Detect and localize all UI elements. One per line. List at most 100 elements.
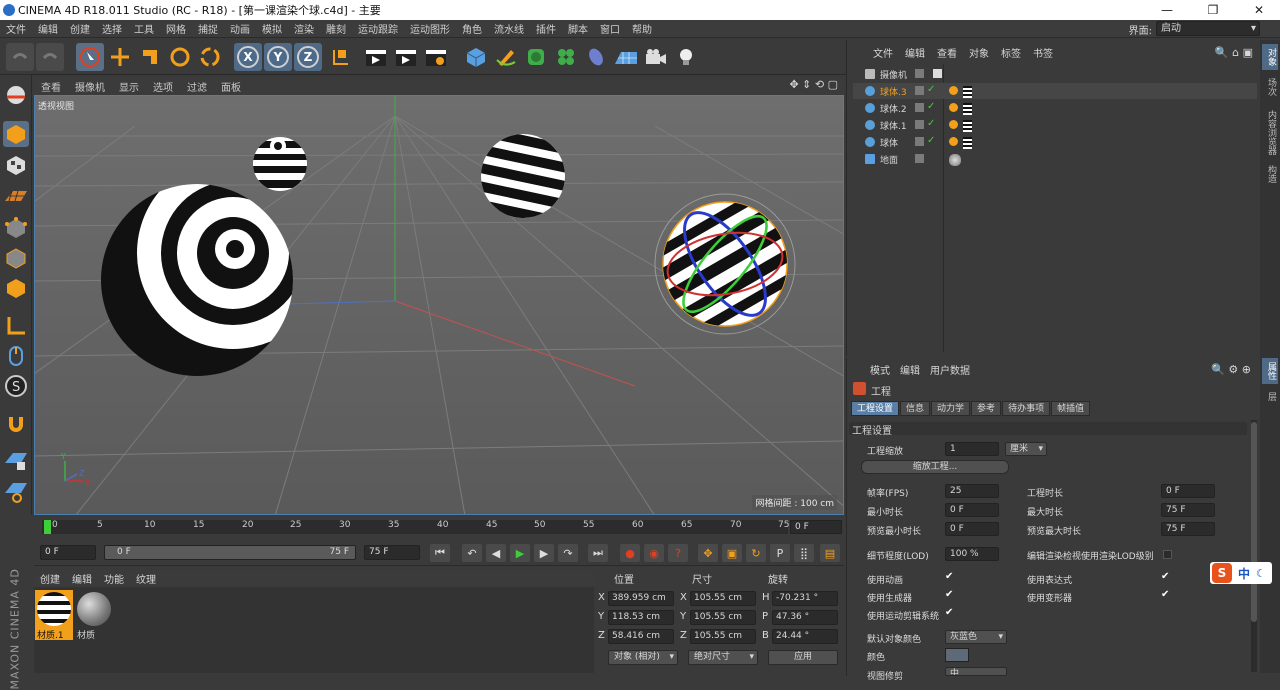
tab-content-browser[interactable]: 内容浏览器	[1262, 104, 1278, 160]
floor-icon[interactable]	[612, 43, 640, 71]
visibility-icon[interactable]	[915, 69, 924, 78]
timeline-window-icon[interactable]: ▤	[820, 544, 840, 562]
record-keyframe-icon[interactable]: ●	[620, 544, 640, 562]
y-axis-lock-button[interactable]: Y	[264, 43, 292, 71]
enabled-check-icon[interactable]: ✓	[927, 84, 935, 95]
recent-tool-icon[interactable]	[196, 43, 224, 71]
material-menu-create[interactable]: 创建	[34, 571, 66, 586]
scale-project-button[interactable]: 缩放工程...	[861, 460, 1009, 474]
magnet-icon[interactable]	[3, 411, 29, 437]
object-row[interactable]: 摄像机	[853, 66, 1257, 82]
obj-menu-bookmarks[interactable]: 书签	[1027, 45, 1059, 60]
min-time-field[interactable]: 0 F	[945, 503, 999, 517]
minimize-button[interactable]: —	[1144, 0, 1190, 20]
use-generators-checkbox[interactable]: ✔	[945, 589, 953, 600]
scrollbar-thumb[interactable]	[1251, 422, 1257, 622]
material-menu-function[interactable]: 功能	[98, 571, 130, 586]
scale-icon[interactable]	[136, 43, 164, 71]
project-scale-unit-dropdown[interactable]: 厘米 ▾	[1005, 442, 1047, 456]
axis-mode-icon[interactable]	[3, 313, 29, 339]
prev-key-icon[interactable]: ↶	[462, 544, 482, 562]
menu-pipeline[interactable]: 流水线	[488, 21, 530, 36]
move-icon[interactable]	[106, 43, 134, 71]
viewport-navigation-icons[interactable]: ✥ ⇕ ⟲ ▢	[789, 78, 838, 91]
tab-structure[interactable]: 构造	[1262, 162, 1278, 186]
coordinate-system-icon[interactable]	[326, 43, 354, 71]
attr-menu-userdata[interactable]: 用户数据	[925, 362, 975, 377]
pos-x-field[interactable]: 389.959 cm	[608, 591, 674, 606]
texture-tag-icon[interactable]	[949, 103, 958, 112]
viewport-menu-view[interactable]: 查看	[34, 79, 68, 94]
viewport-menu-panel[interactable]: 面板	[214, 79, 248, 94]
tab-attributes[interactable]: 属性	[1262, 358, 1278, 384]
obj-menu-objects[interactable]: 对象	[963, 45, 995, 60]
mograph-cloner-icon[interactable]	[552, 43, 580, 71]
menu-render[interactable]: 渲染	[288, 21, 320, 36]
perspective-viewport[interactable]: Y Z X 透视视图 网格间距 : 100 cm	[34, 95, 844, 515]
tab-project-settings[interactable]: 工程设置	[851, 401, 900, 416]
use-expressions-checkbox[interactable]: ✔	[1161, 571, 1169, 582]
material-swatch[interactable]: 材质	[75, 590, 113, 641]
menu-snap[interactable]: 捕捉	[192, 21, 224, 36]
menu-character[interactable]: 角色	[456, 21, 488, 36]
object-row[interactable]: 球体.2 ✓	[853, 100, 1257, 116]
enabled-check-icon[interactable]: ✓	[927, 135, 935, 146]
color-swatch[interactable]	[945, 648, 969, 662]
planar-workplane-icon[interactable]	[3, 479, 29, 505]
rot-h-field[interactable]: -70.231 °	[772, 591, 838, 606]
material-tag-icon[interactable]	[963, 120, 972, 132]
camera-tag-icon[interactable]	[933, 69, 942, 78]
layout-select[interactable]: 启动 ▾	[1156, 21, 1260, 36]
autokey-icon[interactable]: ◉	[644, 544, 664, 562]
menu-mograph[interactable]: 运动图形	[404, 21, 456, 36]
goto-end-icon[interactable]: ⏭	[588, 544, 608, 562]
material-swatch[interactable]: 材质.1	[35, 590, 73, 641]
visibility-icon[interactable]	[915, 103, 924, 112]
menu-help[interactable]: 帮助	[626, 21, 658, 36]
fps-field[interactable]: 25	[945, 484, 999, 498]
viewport-menu-filter[interactable]: 过滤	[180, 79, 214, 94]
visibility-icon[interactable]	[915, 86, 924, 95]
next-key-icon[interactable]: ↷	[558, 544, 578, 562]
sphere-medium[interactable]	[467, 126, 582, 228]
tab-objects[interactable]: 对象	[1262, 44, 1278, 70]
pos-y-field[interactable]: 118.53 cm	[608, 610, 674, 625]
z-axis-lock-button[interactable]: Z	[294, 43, 322, 71]
use-animation-checkbox[interactable]: ✔	[945, 571, 953, 582]
prev-frame-icon[interactable]: ◀	[486, 544, 506, 562]
use-motion-system-checkbox[interactable]: ✔	[945, 607, 953, 618]
sphere-small[interactable]	[245, 137, 325, 191]
rot-b-field[interactable]: 24.44 °	[772, 629, 838, 644]
undo-icon[interactable]	[6, 43, 34, 71]
lod-field[interactable]: 100 %	[945, 547, 999, 561]
camera-icon[interactable]	[642, 43, 670, 71]
viewport-menu-display[interactable]: 显示	[112, 79, 146, 94]
edges-mode-icon[interactable]	[3, 245, 29, 271]
key-position-icon[interactable]: ✥	[698, 544, 718, 562]
material-tag-icon[interactable]	[963, 103, 972, 115]
material-tag-icon[interactable]	[963, 137, 972, 149]
lod-render-checkbox[interactable]	[1163, 550, 1172, 559]
menu-animate[interactable]: 动画	[224, 21, 256, 36]
tab-referencing[interactable]: 参考	[971, 401, 1002, 416]
sphere-large[interactable]	[101, 157, 329, 376]
size-y-field[interactable]: 105.55 cm	[690, 610, 756, 625]
obj-manager-nav-icons[interactable]: 🔍 ⌂ ▣	[1215, 46, 1253, 59]
make-editable-icon[interactable]	[3, 83, 29, 109]
close-button[interactable]: ✕	[1236, 0, 1280, 20]
play-icon[interactable]: ▶	[510, 544, 530, 562]
tweak-mode-icon[interactable]	[3, 343, 29, 369]
workplane-mode-icon[interactable]	[3, 183, 29, 209]
preview-min-field[interactable]: 0 F	[945, 522, 999, 536]
cube-icon[interactable]	[462, 43, 490, 71]
object-row[interactable]: 球体 ✓	[853, 134, 1257, 150]
project-length-field[interactable]: 0 F	[1161, 484, 1215, 498]
pos-z-field[interactable]: 58.416 cm	[608, 629, 674, 644]
visibility-icon[interactable]	[915, 120, 924, 129]
timeline-playhead[interactable]	[44, 520, 51, 534]
menu-file[interactable]: 文件	[0, 21, 32, 36]
live-selection-icon[interactable]	[76, 43, 104, 71]
texture-tag-icon[interactable]	[949, 120, 958, 129]
viewport-menu-options[interactable]: 选项	[146, 79, 180, 94]
texture-tag-icon[interactable]	[949, 137, 958, 146]
